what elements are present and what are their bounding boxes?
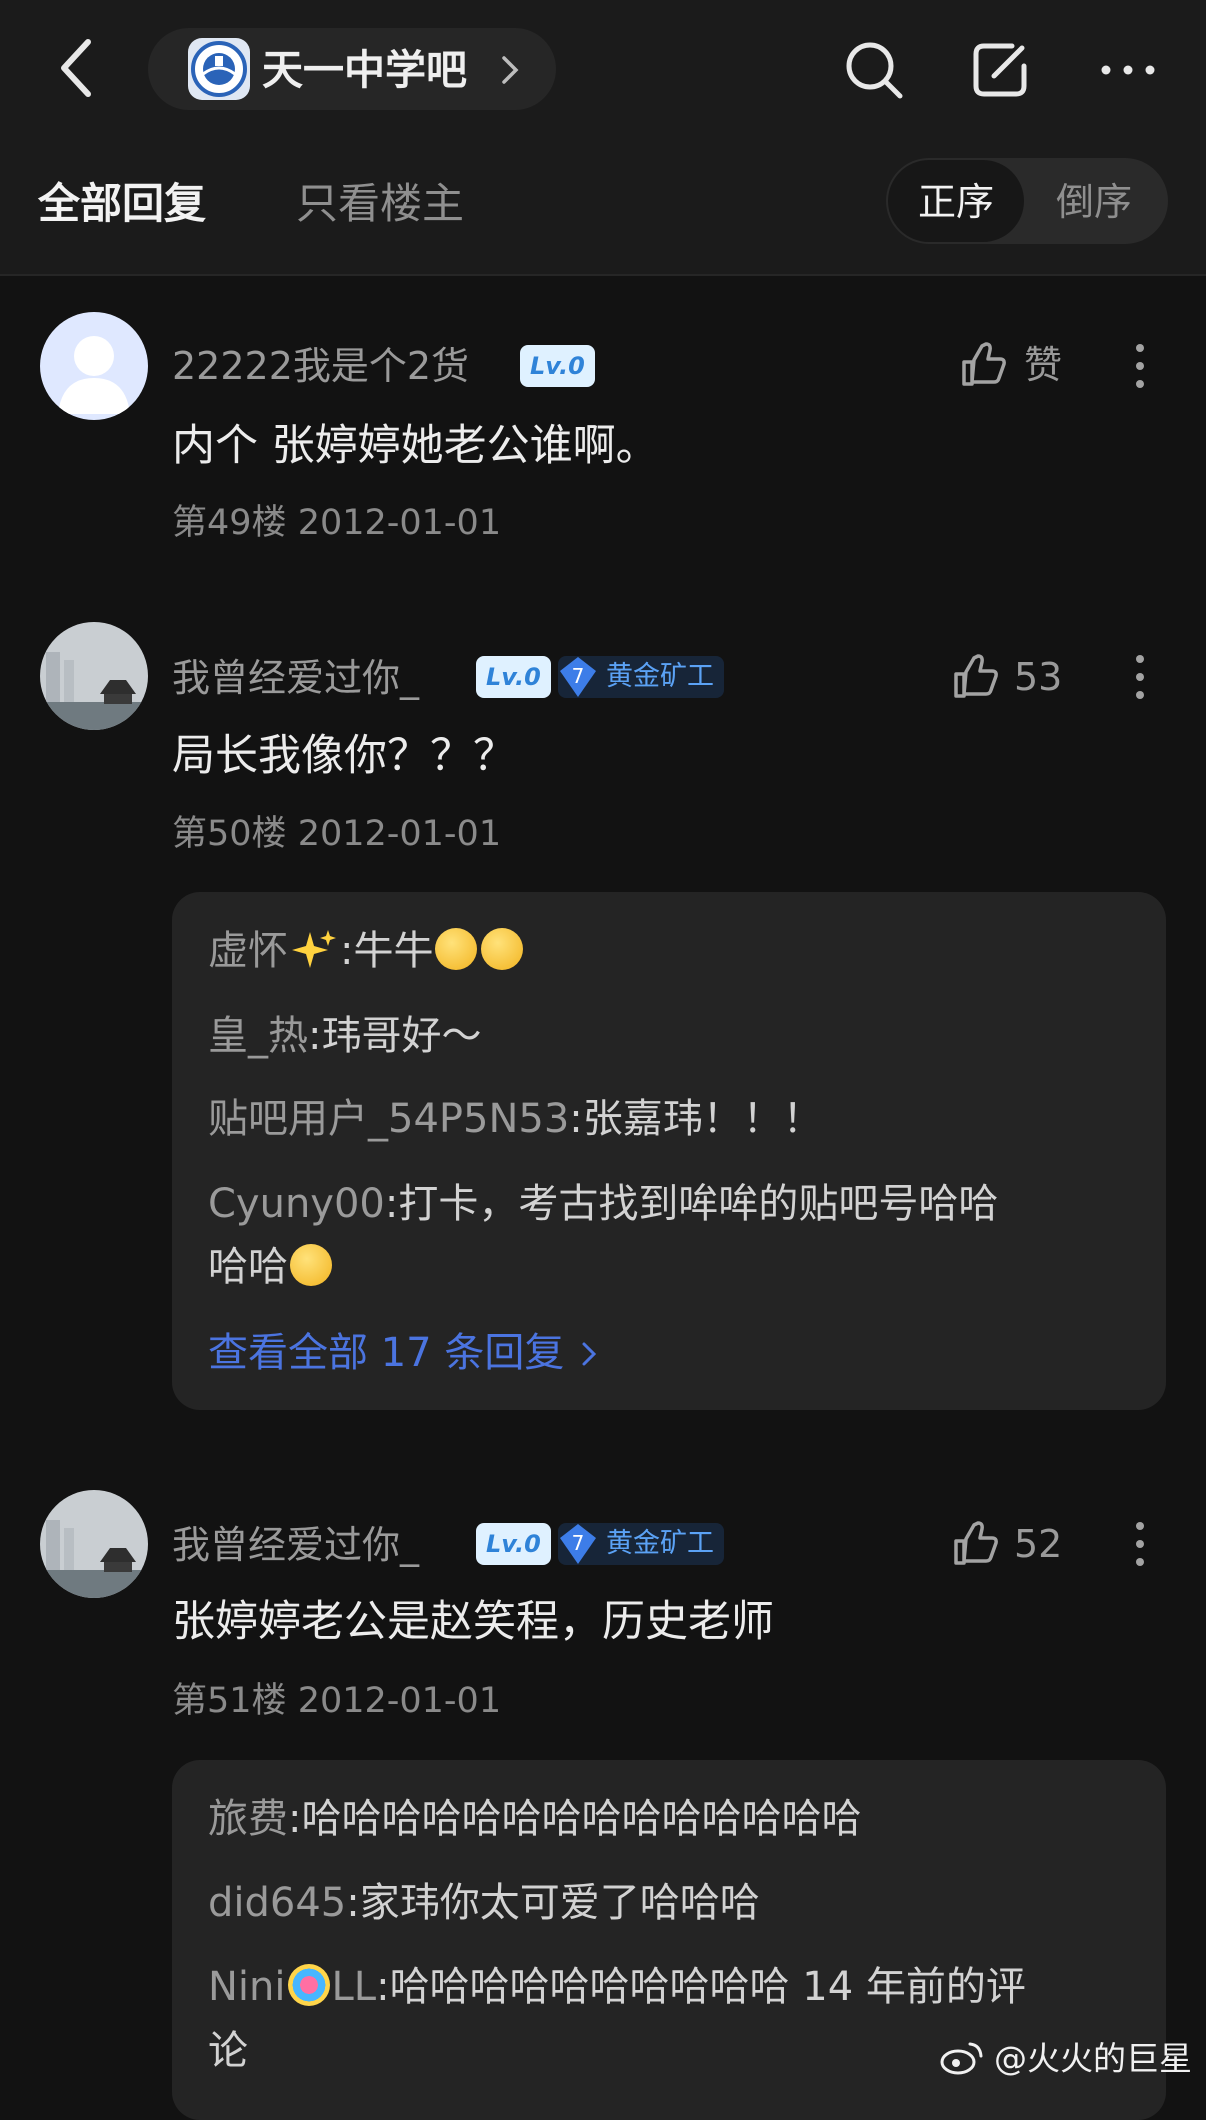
more-vertical-icon[interactable] — [1134, 653, 1146, 701]
like-count[interactable]: 52 — [1014, 1519, 1062, 1569]
tab-all-replies[interactable]: 全部回复 — [38, 176, 206, 232]
post-meta: 第51楼 2012-01-01 — [172, 1678, 501, 1724]
sort-descending-button[interactable]: 倒序 — [1056, 178, 1132, 226]
lollipop-icon — [287, 1964, 330, 2006]
post-meta: 第49楼 2012-01-01 — [172, 500, 501, 546]
more-horizontal-icon[interactable] — [1096, 38, 1160, 102]
hug-emoji-icon — [435, 928, 478, 970]
thinking-emoji-icon — [290, 1244, 332, 1286]
level-badge: Lv.0 — [520, 345, 595, 387]
back-arrow-icon[interactable] — [56, 36, 96, 100]
sub-reply[interactable]: 虚怀:牛牛 — [208, 924, 525, 978]
chevron-right-icon — [582, 1342, 597, 1366]
like-label[interactable]: 赞 — [1024, 340, 1062, 390]
avatar[interactable] — [40, 622, 148, 730]
tab-op-only[interactable]: 只看楼主 — [296, 176, 464, 232]
weibo-logo-icon — [940, 2042, 982, 2075]
post-date: 2012-01-01 — [297, 503, 502, 543]
app-screen: { "header": { "forum_name": "天一中学吧", "ic… — [0, 0, 1206, 2120]
avatar[interactable] — [40, 312, 148, 420]
post-content: 内个 张婷婷她老公谁啊。 — [172, 421, 659, 471]
svg-text:7: 7 — [572, 664, 585, 688]
more-vertical-icon[interactable] — [1134, 342, 1146, 390]
gem-level-icon: 7 — [560, 1524, 596, 1564]
post-date: 2012-01-01 — [297, 814, 502, 854]
thumbs-up-icon[interactable] — [950, 652, 1000, 702]
view-all-replies-link[interactable]: 查看全部 17 条回复 — [208, 1326, 597, 1380]
sub-reply-continued[interactable]: 论 — [208, 2024, 248, 2078]
username[interactable]: 我曾经爱过你_ — [172, 653, 419, 703]
chevron-right-icon — [502, 56, 519, 84]
like-count[interactable]: 53 — [1014, 652, 1062, 702]
sub-reply[interactable]: 贴吧用户_54P5N53:张嘉玮！！！ — [208, 1092, 823, 1146]
thinking-emoji-icon — [481, 928, 524, 970]
sort-ascending-button[interactable]: 正序 — [918, 178, 994, 226]
forum-name[interactable]: 天一中学吧 — [262, 42, 467, 98]
compose-icon[interactable] — [968, 38, 1032, 102]
floor-number: 第50楼 — [172, 814, 287, 854]
sparkle-icon — [290, 928, 338, 970]
post-date: 2012-01-01 — [297, 1681, 502, 1721]
level-badge: Lv.0 — [476, 1523, 551, 1565]
post-content: 局长我像你？？？ — [172, 731, 516, 781]
sub-reply[interactable]: 皇_热:玮哥好～ — [208, 1009, 481, 1063]
avatar[interactable] — [40, 1490, 148, 1598]
watermark: @火火的巨星 — [940, 2037, 1192, 2081]
post-content: 张婷婷老公是赵笑程，历史老师 — [172, 1597, 774, 1647]
username[interactable]: 我曾经爱过你_ — [172, 1520, 419, 1570]
sub-reply[interactable]: Nini LL:哈哈哈哈哈哈哈哈哈哈 14 年前的评 — [208, 1960, 1026, 2014]
more-vertical-icon[interactable] — [1134, 1520, 1146, 1568]
forum-logo-icon — [188, 38, 250, 100]
sub-reply[interactable]: Cyuny00:打卡，考古找到哞哞的贴吧号哈哈 — [208, 1177, 998, 1231]
sub-reply[interactable]: 旅费:哈哈哈哈哈哈哈哈哈哈哈哈哈哈 — [208, 1792, 861, 1846]
thumbs-up-icon[interactable] — [958, 340, 1008, 390]
sub-reply[interactable]: did645:家玮你太可爱了哈哈哈 — [208, 1876, 760, 1930]
floor-number: 第51楼 — [172, 1681, 287, 1721]
level-badge: Lv.0 — [476, 656, 551, 698]
post-meta: 第50楼 2012-01-01 — [172, 811, 501, 857]
gem-level-icon: 7 — [560, 657, 596, 697]
floor-number: 第49楼 — [172, 503, 287, 543]
svg-text:7: 7 — [572, 1531, 585, 1555]
username[interactable]: 22222我是个2货 — [172, 341, 469, 391]
search-icon[interactable] — [842, 38, 906, 102]
sub-reply-continued[interactable]: 哈哈 — [208, 1240, 334, 1294]
thumbs-up-icon[interactable] — [950, 1519, 1000, 1569]
